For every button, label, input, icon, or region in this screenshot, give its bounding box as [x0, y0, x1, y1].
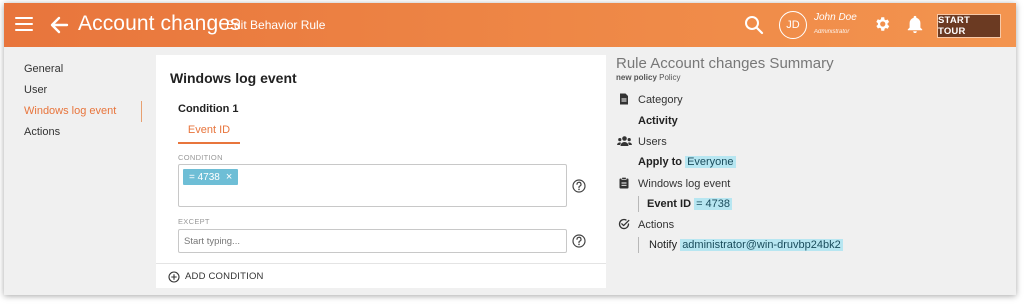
- section-nav: General User Windows log event Actions: [24, 59, 144, 143]
- except-input[interactable]: [178, 229, 567, 253]
- clipboard-icon: [619, 177, 629, 189]
- condition-chip-label: = 4738: [189, 171, 220, 183]
- condition-input[interactable]: = 4738 ×: [178, 164, 567, 207]
- policy-suffix: Policy: [659, 73, 681, 82]
- back-arrow-icon[interactable]: [48, 14, 70, 36]
- summary-event-value: Event ID = 4738: [647, 198, 733, 210]
- policy-name: new policy: [616, 73, 657, 82]
- summary-users-prefix: Apply to: [638, 156, 682, 168]
- summary-actions-heading: Actions: [638, 219, 675, 231]
- summary-event-divider: [638, 196, 639, 212]
- hamburger-menu-icon[interactable]: [15, 17, 33, 33]
- document-icon: [620, 93, 628, 105]
- condition-chip[interactable]: = 4738 ×: [183, 169, 239, 185]
- summary-users-highlight: Everyone: [685, 156, 736, 168]
- nav-item-user[interactable]: User: [24, 80, 144, 101]
- summary-category-heading: Category: [638, 94, 683, 106]
- summary-title: Rule Account changes Summary: [616, 55, 834, 72]
- nav-item-windows-log-event[interactable]: Windows log event: [24, 101, 142, 122]
- summary-users-heading: Users: [638, 136, 667, 148]
- add-condition-button[interactable]: ADD CONDITION: [156, 263, 606, 288]
- summary-category-value: Activity: [638, 115, 678, 127]
- nav-item-actions[interactable]: Actions: [24, 122, 144, 143]
- chip-close-icon[interactable]: ×: [226, 171, 232, 183]
- summary-users-value: Apply to Everyone: [638, 156, 736, 168]
- app-window: Account changes Edit Behavior Rule JD Jo…: [4, 3, 1016, 295]
- condition-title: Condition 1: [178, 103, 239, 115]
- tab-event-id[interactable]: Event ID: [178, 124, 240, 144]
- help-icon[interactable]: [572, 179, 586, 193]
- except-label: EXCEPT: [178, 217, 210, 226]
- summary-event-highlight: = 4738: [694, 198, 733, 210]
- page-title: Account changes: [78, 12, 241, 35]
- add-circle-icon: [168, 271, 180, 283]
- summary-policy: new policy Policy: [616, 73, 680, 82]
- nav-item-general[interactable]: General: [24, 59, 144, 80]
- rule-summary: Rule Account changes Summary new policy …: [616, 3, 1016, 295]
- summary-actions-divider: [638, 237, 639, 253]
- summary-actions-value: Notify administrator@win-druvbp24bk2: [649, 239, 843, 251]
- condition-label: CONDITION: [178, 153, 223, 162]
- help-icon[interactable]: [572, 234, 586, 248]
- page-subtitle: Edit Behavior Rule: [226, 18, 326, 32]
- check-circle-icon: [618, 218, 630, 230]
- summary-event-heading: Windows log event: [638, 178, 731, 190]
- users-icon: [617, 136, 632, 146]
- card-title: Windows log event: [170, 70, 297, 86]
- summary-actions-prefix: Notify: [649, 239, 678, 251]
- add-condition-label: ADD CONDITION: [185, 271, 264, 282]
- summary-event-prefix: Event ID: [647, 198, 692, 210]
- windows-log-event-card: Windows log event Condition 1 Event ID C…: [156, 55, 606, 288]
- summary-actions-highlight: administrator@win-druvbp24bk2: [680, 239, 843, 251]
